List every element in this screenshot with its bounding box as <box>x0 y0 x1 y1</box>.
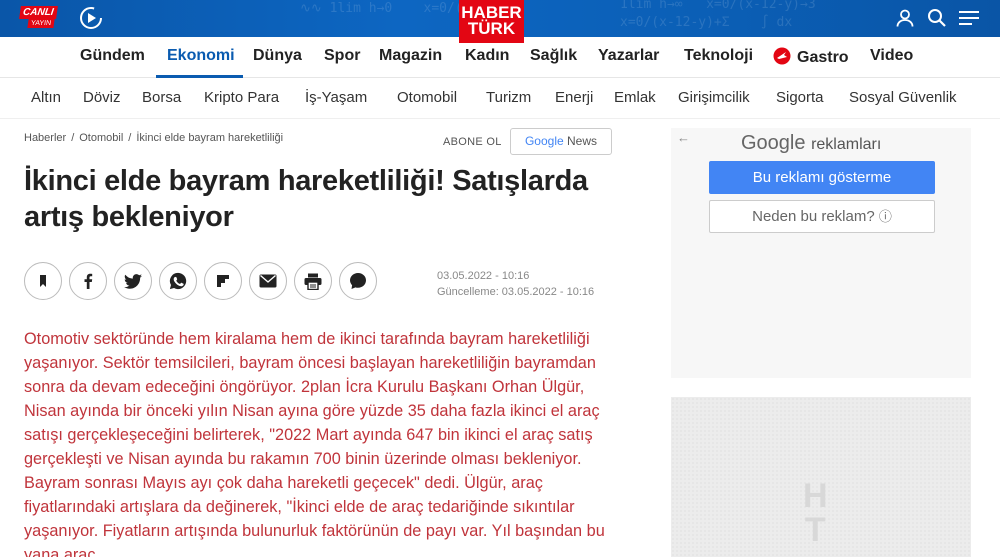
subnav-borsa[interactable]: Borsa <box>142 89 181 106</box>
placeholder-ad: HT <box>671 397 971 557</box>
why-this-ad-button[interactable]: Neden bu reklam? ⓘ <box>709 200 935 233</box>
info-icon: ⓘ <box>878 209 892 224</box>
breadcrumb: Haberler / Otomobil / İkinci elde bayram… <box>24 132 283 144</box>
subscribe-label: ABONE OL <box>443 136 502 148</box>
subnav-girisimcilik[interactable]: Girişimcilik <box>678 89 750 106</box>
subnav-turizm[interactable]: Turizm <box>486 89 531 106</box>
why-this-ad-label: Neden bu reklam? <box>752 208 875 225</box>
twitter-icon[interactable] <box>114 262 152 300</box>
published-date: 03.05.2022 - 10:16 <box>437 270 530 282</box>
breadcrumb-item[interactable]: Haberler <box>24 132 66 144</box>
nav-video[interactable]: Video <box>870 47 913 65</box>
google-news-logo: Google <box>524 134 564 148</box>
breadcrumb-separator: / <box>128 132 132 144</box>
broadcast-label: YAYIN <box>27 19 55 28</box>
print-icon[interactable] <box>294 262 332 300</box>
main-navigation: Gündem Ekonomi Dünya Spor Magazin Kadın … <box>0 37 1000 78</box>
google-news-label: News <box>567 134 598 148</box>
nav-magazin[interactable]: Magazin <box>379 47 442 65</box>
updated-date: Güncelleme: 03.05.2022 - 10:16 <box>437 286 595 298</box>
live-label: CANLI <box>19 6 58 19</box>
nav-saglik[interactable]: Sağlık <box>530 47 577 65</box>
breadcrumb-item[interactable]: Otomobil <box>79 132 123 144</box>
article-dates: 03.05.2022 - 10:16 Güncelleme: 03.05.202… <box>437 268 594 300</box>
subnav-sigorta[interactable]: Sigorta <box>776 89 824 106</box>
haberturk-logo[interactable]: HABER TÜRK <box>459 0 524 43</box>
nav-teknoloji[interactable]: Teknoloji <box>684 47 753 65</box>
mail-icon[interactable] <box>249 262 287 300</box>
facebook-icon[interactable] <box>69 262 107 300</box>
menu-icon[interactable] <box>958 5 980 31</box>
nav-ekonomi[interactable]: Ekonomi <box>167 47 235 65</box>
subnav-enerji[interactable]: Enerji <box>555 89 593 106</box>
haberturk-watermark-logo: HT <box>803 477 828 549</box>
nav-kadin[interactable]: Kadın <box>465 47 509 65</box>
breadcrumb-separator: / <box>71 132 75 144</box>
logo-line-2: TÜRK <box>467 19 516 38</box>
breadcrumb-item: İkinci elde bayram hareketliliği <box>136 132 284 144</box>
subnav-altin[interactable]: Altın <box>31 89 61 106</box>
active-tab-indicator <box>156 75 243 78</box>
nav-spor[interactable]: Spor <box>324 47 360 65</box>
header-decoration: x=0/(x-12-y)+Σ ∫ dx <box>620 15 793 30</box>
play-circle-icon[interactable] <box>79 6 103 30</box>
gastro-logo-icon <box>773 47 791 65</box>
article-body: Otomotiv sektöründe hem kiralama hem de … <box>24 330 605 557</box>
live-broadcast-button[interactable]: CANLI YAYIN <box>19 6 58 28</box>
subnav-doviz[interactable]: Döviz <box>83 89 121 106</box>
flipboard-icon[interactable] <box>204 262 242 300</box>
stop-seeing-ad-button[interactable]: Bu reklamı gösterme <box>709 161 935 194</box>
sub-navigation: Altın Döviz Borsa Kripto Para İş-Yaşam O… <box>0 79 1000 119</box>
subnav-emlak[interactable]: Emlak <box>614 89 656 106</box>
subnav-kripto-para[interactable]: Kripto Para <box>204 89 279 106</box>
comment-icon[interactable] <box>339 262 377 300</box>
google-ad-panel: ← Google reklamları Bu reklamı gösterme … <box>671 128 971 378</box>
google-ads-title: Google reklamları <box>741 132 881 155</box>
subnav-is-yasam[interactable]: İş-Yaşam <box>305 89 367 106</box>
search-icon[interactable] <box>926 5 948 31</box>
nav-gastro[interactable]: Gastro <box>773 47 849 67</box>
ads-label: reklamları <box>811 136 882 153</box>
article-title: İkinci elde bayram hareketliliği! Satışl… <box>24 165 588 233</box>
subnav-otomobil[interactable]: Otomobil <box>397 89 457 106</box>
whatsapp-icon[interactable] <box>159 262 197 300</box>
google-news-button[interactable]: Google News <box>510 128 612 155</box>
nav-gastro-label: Gastro <box>797 49 849 66</box>
share-bar <box>24 262 377 300</box>
subnav-sosyal-guvenlik[interactable]: Sosyal Güvenlik <box>849 89 957 106</box>
user-icon[interactable] <box>894 5 916 31</box>
bookmark-icon[interactable] <box>24 262 62 300</box>
nav-dunya[interactable]: Dünya <box>253 47 302 65</box>
nav-gundem[interactable]: Gündem <box>80 47 145 65</box>
google-label: Google <box>741 132 806 154</box>
nav-yazarlar[interactable]: Yazarlar <box>598 47 659 65</box>
back-arrow-icon[interactable]: ← <box>677 130 690 145</box>
